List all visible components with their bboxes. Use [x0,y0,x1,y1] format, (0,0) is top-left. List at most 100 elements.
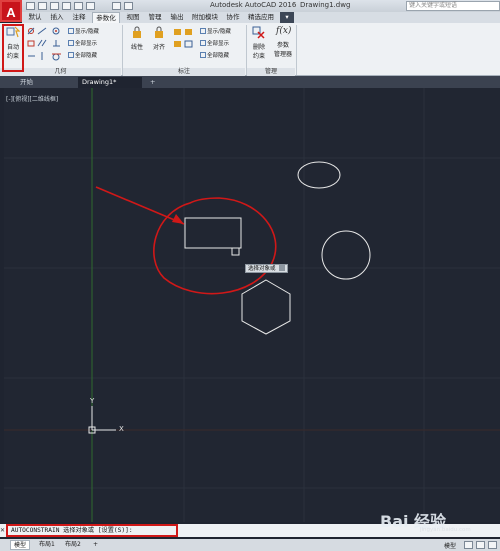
undo-icon[interactable] [112,2,121,10]
tooltip-close-icon[interactable] [278,265,285,271]
drawing-viewport[interactable] [4,88,500,522]
dim-show-hide-button[interactable]: 显示/隐藏 [200,27,231,35]
cursor-pickbox [231,247,240,256]
angular-lock-icon [174,29,181,35]
auto-constrain-highlight [2,24,24,72]
tab-addins[interactable]: 附加模块 [190,12,220,23]
tab-annotate[interactable]: 注释 [70,12,88,23]
dim-show-hide-icon [200,28,206,34]
aligned-dimension-button[interactable]: 对齐 [150,26,168,51]
plot-icon[interactable] [74,2,83,10]
layout-tab-bar: 模型 布局1 布局2 + [0,539,500,551]
geometric-constraints-grid [27,27,61,61]
show-all-icon [68,40,74,46]
tab-output[interactable]: 输出 [168,12,186,23]
dimension-tools-grid [174,29,193,48]
redo-icon[interactable] [124,2,133,10]
ucs-icon [88,406,116,434]
ribbon-panel: 自动 约束 显示/隐藏 全部显示 全部隐藏 几何 线性 对齐 显示/隐藏 全部显… [0,23,500,76]
tab-layout2[interactable]: 布局2 [62,540,84,550]
tangent-icon [52,53,61,61]
parameters-manager-label-2: 管理器 [273,51,292,58]
parameters-manager-button[interactable]: f(x) 参数 管理器 [272,26,294,58]
delete-constraints-button[interactable]: 删除 约束 [250,26,268,60]
aligned-label: 对齐 [152,44,165,51]
aligned-lock-icon [155,26,163,38]
tab-manage[interactable]: 管理 [146,12,164,23]
ucs-y-label: Y [90,397,95,405]
collinear-icon [37,27,47,35]
customize-icon[interactable] [488,541,497,549]
tab-insert[interactable]: 插入 [48,12,66,23]
drawing-canvas [4,88,500,522]
dim-show-all-button[interactable]: 全部显示 [200,39,229,47]
tab-parametric[interactable]: 参数化 [92,12,120,23]
open-file-icon[interactable] [38,2,47,10]
print-icon[interactable] [86,2,95,10]
tab-collaborate[interactable]: 协作 [224,12,242,23]
linear-label: 线性 [130,44,143,51]
dim-show-all-icon [200,40,206,46]
tab-model[interactable]: 模型 [10,540,31,550]
linear-dimension-button[interactable]: 线性 [128,26,146,51]
hide-all-icon [68,52,74,58]
command-tooltip: 选择对象或 [245,264,288,273]
status-model-button[interactable]: 模型 [444,541,456,550]
app-title: Autodesk AutoCAD 2016 [210,1,297,9]
tab-drawing1[interactable]: Drawing1* [78,77,142,88]
parallel-icon [37,39,47,47]
file-name: Drawing1.dwg [300,1,351,9]
manage-group-label[interactable]: 管理 [247,68,295,76]
geom-show-hide-button[interactable]: 显示/隐藏 [68,27,99,35]
save-as-icon[interactable] [62,2,71,10]
fix-icon [27,40,35,47]
circle-shape [321,230,371,280]
tab-view[interactable]: 视图 [124,12,142,23]
tab-layout1[interactable]: 布局1 [36,540,58,550]
ribbon-divider [296,25,297,75]
annotation-circle [153,197,277,295]
snap-toggle-icon[interactable] [476,541,485,549]
geom-show-all-button[interactable]: 全部显示 [68,39,97,47]
dimensional-group-label[interactable]: 标注 [123,68,245,76]
geom-hide-all-button[interactable]: 全部隐藏 [68,51,97,59]
function-icon: f(x) [276,26,292,36]
diameter-lock-icon [174,41,181,47]
command-line-close-icon[interactable]: ✕ [0,527,5,534]
tab-start[interactable]: 开始 [16,77,37,88]
annotation-arrow [95,186,185,225]
viewport-controls[interactable]: [-][俯视][二维线框] [6,94,58,103]
new-tab-button[interactable]: + [146,77,159,88]
grid-toggle-icon[interactable] [464,541,473,549]
baidu-watermark-url: jingyan.baidu.com [420,527,471,533]
tab-featured-apps[interactable]: 精选应用 [246,12,276,23]
search-input[interactable]: 键入关键字或短语 [406,1,500,11]
ribbon-tab-bar: 默认 插入 注释 参数化 视图 管理 输出 附加模块 协作 精选应用 ▾ [22,12,500,23]
tab-home[interactable]: 默认 [26,12,44,23]
ribbon-minimize-icon[interactable]: ▾ [280,12,294,23]
dim-hide-all-icon [200,52,206,58]
dim-hide-all-button[interactable]: 全部隐藏 [200,51,229,59]
linear-lock-icon [133,26,141,38]
perpendicular-icon [53,40,60,47]
application-menu-button[interactable]: A [0,0,22,22]
new-file-icon[interactable] [26,2,35,10]
delete-constraints-label-1: 删除 [252,44,265,51]
annotation-arrowhead [172,214,184,224]
coincident-icon [27,27,35,35]
show-hide-icon [68,28,74,34]
save-icon[interactable] [50,2,59,10]
radius-lock-icon [185,29,192,35]
delete-constraints-label-2: 约束 [252,53,265,60]
tooltip-text: 选择对象或 [248,266,276,272]
convert-icon [184,40,193,48]
add-layout-button[interactable]: + [90,540,101,550]
delete-constraints-icon [252,26,265,39]
rectangle-shape [184,217,242,249]
command-line-input[interactable]: AUTOCONSTRAIN 选择对象或 [设置(S)]: [6,524,178,537]
concentric-icon [52,27,60,35]
ucs-x-label: X [119,425,124,433]
grid-lines [4,88,500,522]
parameters-manager-label-1: 参数 [276,42,289,49]
hexagon-shape [241,279,291,335]
